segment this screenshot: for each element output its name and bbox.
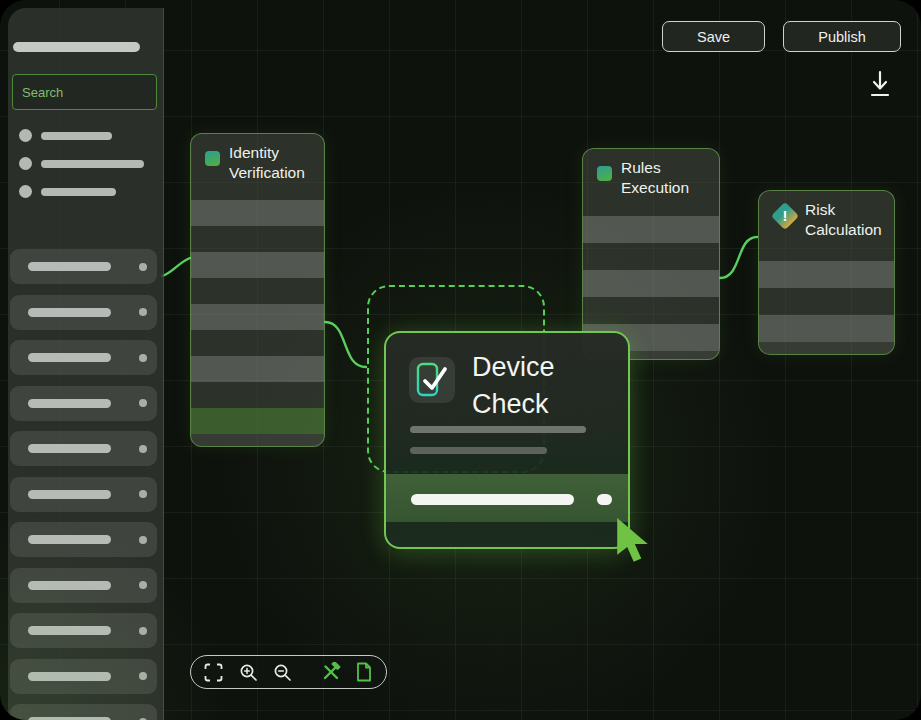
skeleton-row (583, 216, 719, 243)
item-dot (139, 263, 147, 271)
item-skeleton-line (28, 535, 111, 544)
bullet-skeleton-line (41, 188, 116, 196)
node-header: Identity Verification (191, 134, 324, 200)
skeleton-row (759, 315, 894, 342)
sidebar-list-item[interactable] (10, 295, 157, 330)
node-title: Device Check (472, 349, 612, 423)
node-header: ! Risk Calculation (759, 191, 894, 261)
sidebar (8, 8, 164, 720)
sidebar-list-item[interactable] (10, 477, 157, 512)
mouse-cursor (617, 518, 658, 568)
item-dot (139, 308, 147, 316)
skeleton-row (191, 356, 324, 382)
rules-execution-icon (597, 166, 612, 181)
sidebar-title-skeleton (13, 42, 140, 52)
node-identity-verification[interactable]: Identity Verification (190, 133, 325, 447)
item-dot (139, 354, 147, 362)
item-skeleton-line (28, 444, 111, 453)
sidebar-list-item[interactable] (10, 613, 157, 648)
search-input[interactable] (13, 75, 165, 109)
item-skeleton-line (28, 672, 111, 681)
bullet-skeleton-line (41, 160, 144, 168)
sidebar-list-item[interactable] (10, 659, 157, 694)
sidebar-list-item[interactable] (10, 386, 157, 421)
skeleton-row (191, 304, 324, 330)
item-skeleton-line (28, 262, 111, 271)
document-icon[interactable] (355, 662, 373, 682)
skeleton-row (191, 408, 324, 434)
sidebar-bullet-list (19, 129, 144, 198)
item-skeleton-line (28, 353, 111, 362)
sidebar-list-item[interactable] (10, 249, 157, 284)
skeleton-row (759, 261, 894, 288)
sidebar-list-item[interactable] (10, 340, 157, 375)
skeleton-row (191, 200, 324, 226)
bullet-item[interactable] (19, 129, 144, 142)
item-dot (139, 399, 147, 407)
phone-check-icon (409, 357, 455, 403)
tools-icon[interactable] (321, 662, 341, 682)
sidebar-list-item[interactable] (10, 568, 157, 603)
item-dot (139, 627, 147, 635)
node-header: Rules Execution (583, 149, 719, 216)
skeleton-row (759, 288, 894, 315)
node-risk-calculation[interactable]: ! Risk Calculation (758, 190, 895, 355)
fit-view-icon[interactable] (204, 663, 223, 682)
search-box[interactable] (12, 74, 157, 110)
bullet-item[interactable] (19, 157, 144, 170)
sidebar-list-item[interactable] (10, 522, 157, 557)
download-icon[interactable] (866, 68, 894, 104)
node-skeleton-rows (191, 200, 324, 446)
bullet-dot (19, 129, 32, 142)
item-skeleton-line (28, 308, 111, 317)
item-dot (139, 581, 147, 589)
item-dot (139, 490, 147, 498)
node-title: Identity Verification (229, 143, 321, 183)
publish-button[interactable]: Publish (783, 21, 901, 52)
canvas-toolbar (190, 655, 387, 689)
skeleton-pill (411, 494, 574, 505)
bullet-item[interactable] (19, 185, 144, 198)
node-rules-execution[interactable]: Rules Execution (582, 148, 720, 360)
zoom-in-icon[interactable] (239, 663, 258, 682)
save-button[interactable]: Save (662, 21, 765, 52)
risk-exclamation: ! (775, 205, 795, 227)
node-skeleton-rows (759, 261, 894, 354)
node-title: Rules Execution (621, 158, 713, 198)
item-skeleton-line (28, 490, 111, 499)
item-skeleton-line (28, 399, 111, 408)
skeleton-row (583, 297, 719, 324)
item-skeleton-line (28, 626, 111, 635)
skeleton-row (191, 252, 324, 278)
skeleton-dash (597, 494, 612, 505)
item-dot (139, 536, 147, 544)
skeleton-row (191, 330, 324, 356)
sidebar-list-item[interactable] (10, 431, 157, 466)
node-title: Risk Calculation (805, 200, 895, 240)
device-icon-tile (409, 357, 455, 403)
skeleton-line (410, 426, 586, 433)
device-card-footer (386, 522, 630, 549)
skeleton-row (191, 382, 324, 408)
item-skeleton-line (28, 581, 111, 590)
bullet-skeleton-line (41, 132, 112, 140)
item-dot (139, 672, 147, 680)
skeleton-row (583, 270, 719, 297)
skeleton-row (583, 243, 719, 270)
node-device-check[interactable]: Device Check (384, 331, 630, 549)
bullet-dot (19, 157, 32, 170)
sidebar-item-list (10, 249, 157, 720)
item-dot (139, 445, 147, 453)
skeleton-row (191, 278, 324, 304)
skeleton-line (410, 447, 547, 454)
bullet-dot (19, 185, 32, 198)
workflow-editor-window: Identity Verification Rules Execution ! … (0, 0, 921, 720)
zoom-out-icon[interactable] (273, 663, 292, 682)
skeleton-row (191, 226, 324, 252)
identity-verification-icon (205, 151, 220, 166)
sidebar-list-item[interactable] (10, 704, 157, 720)
